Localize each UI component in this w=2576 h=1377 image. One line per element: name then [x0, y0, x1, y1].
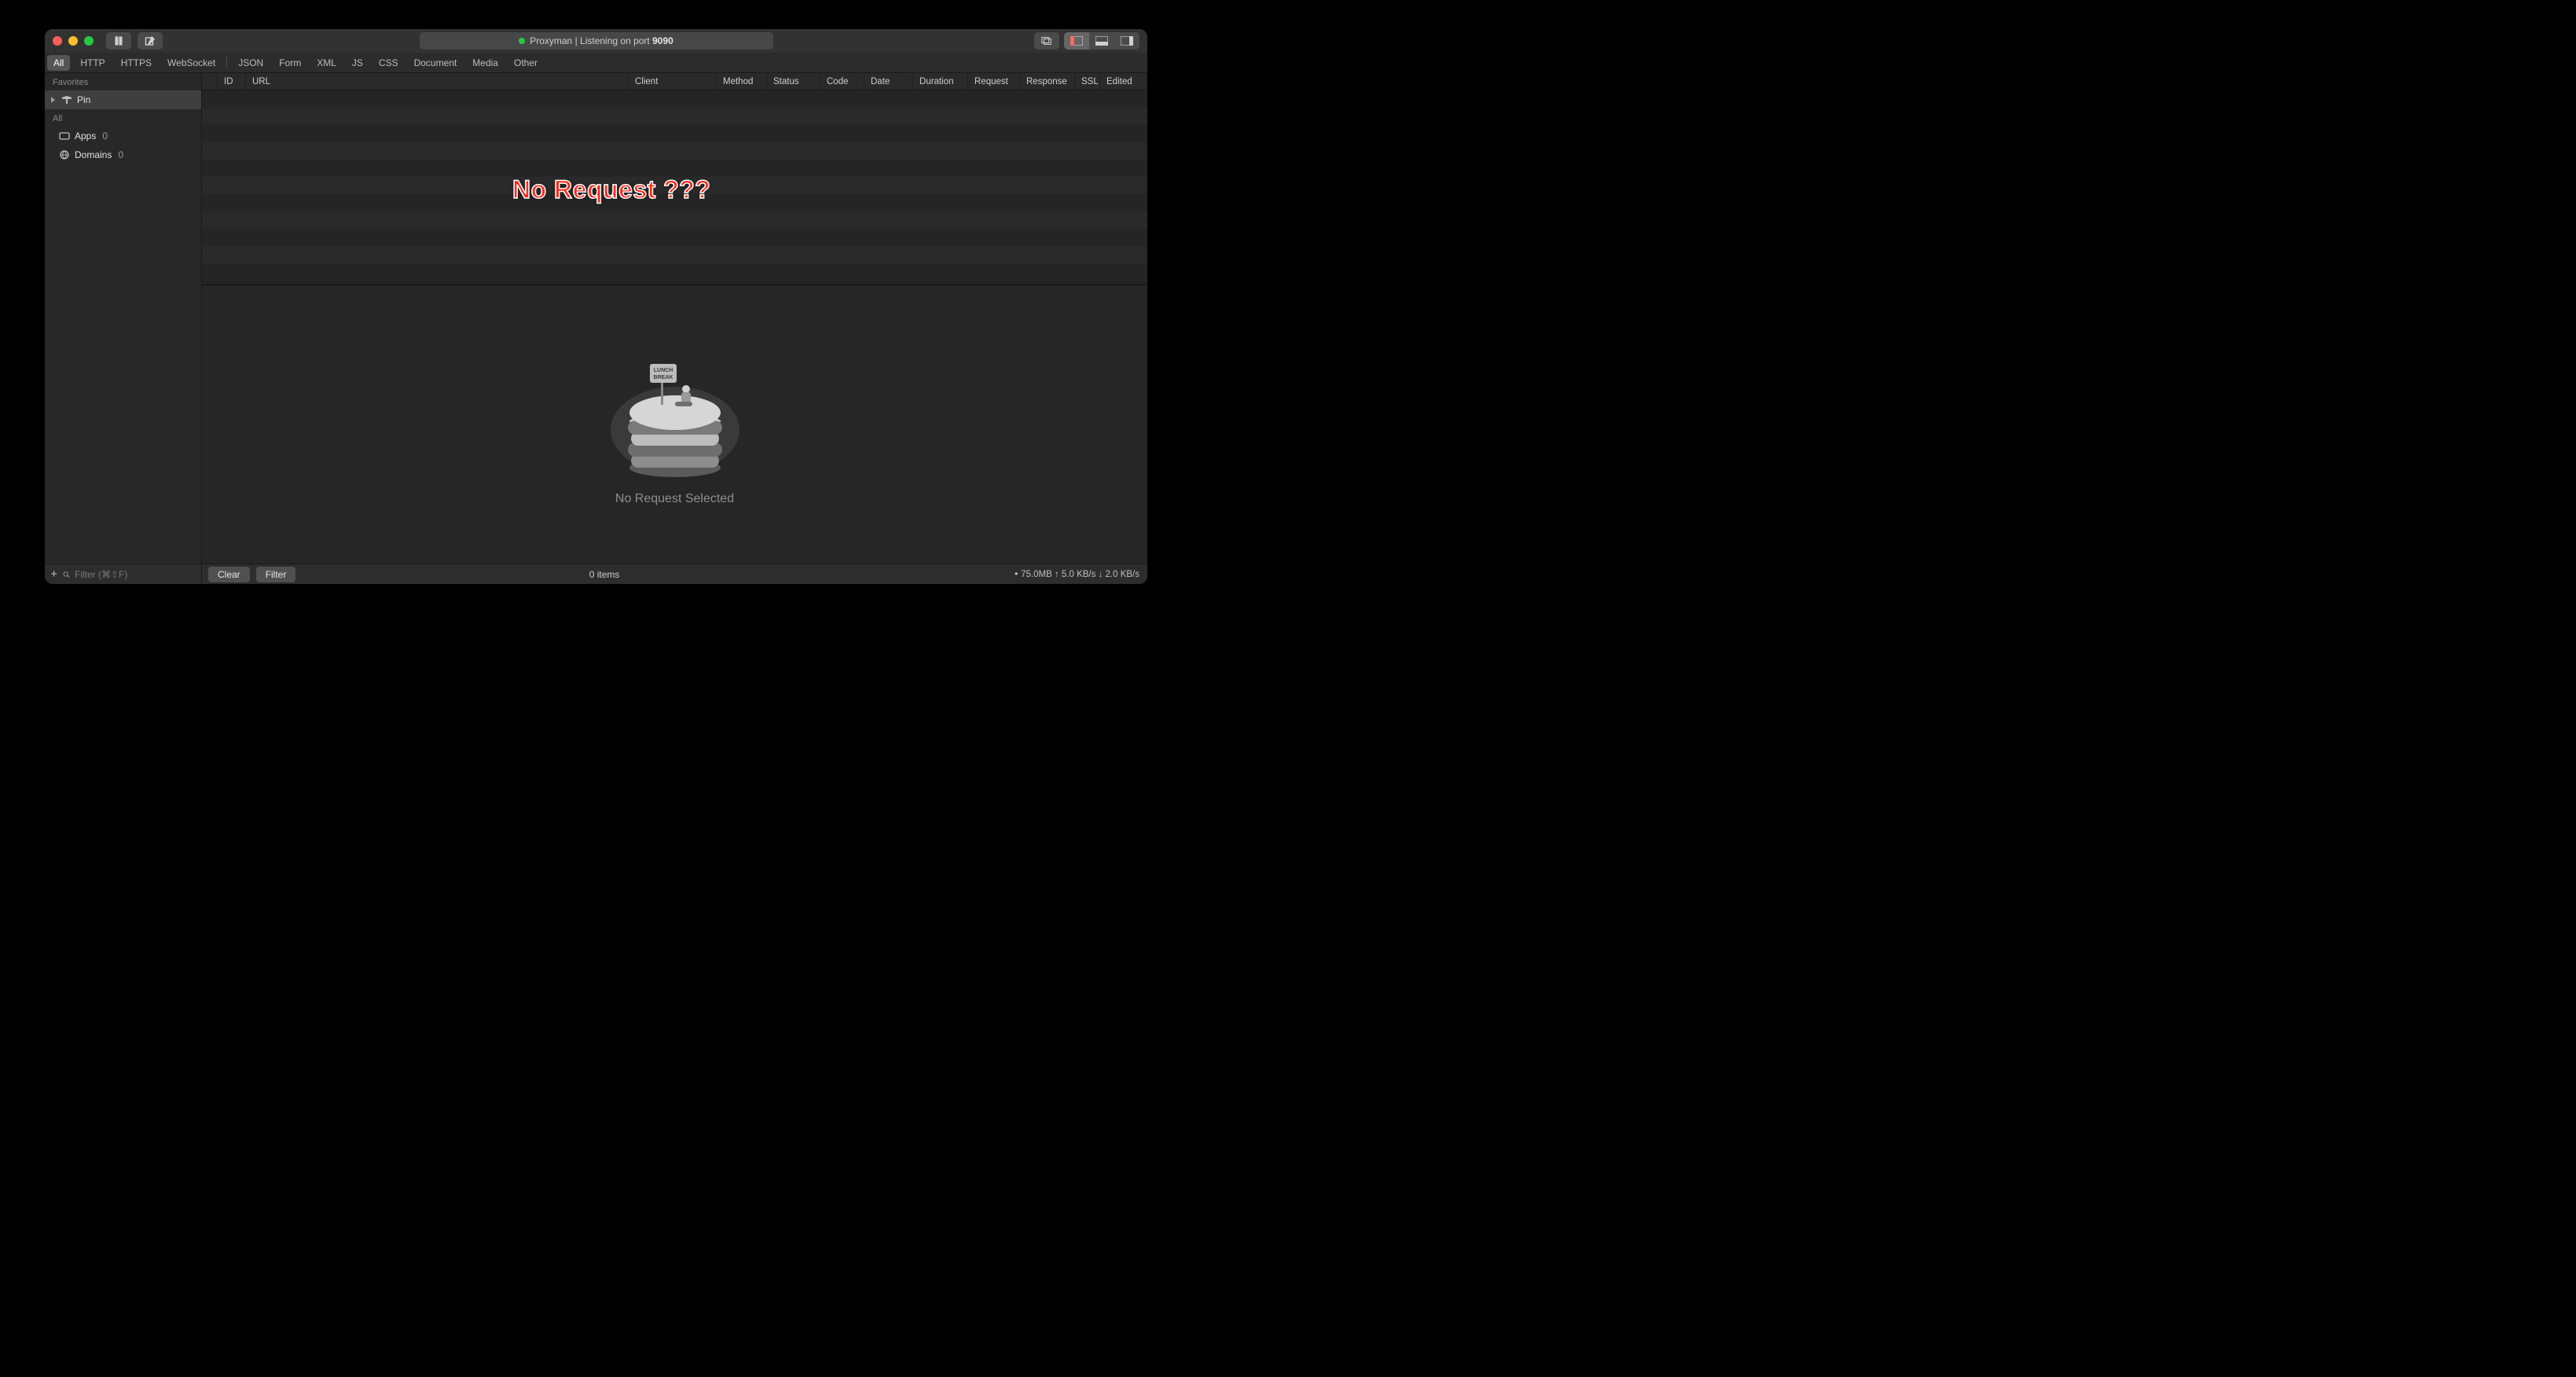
titlebar: Proxyman | Listening on port 9090 — [45, 29, 1147, 53]
filter-tab-http[interactable]: HTTP — [72, 53, 112, 72]
sidebar-filter-input[interactable] — [75, 569, 196, 580]
table-col-code[interactable]: Code — [820, 73, 864, 90]
layout-right-panel[interactable] — [1114, 32, 1139, 50]
sidebar-header-favorites: Favorites — [45, 73, 201, 90]
table-body-empty — [202, 90, 1147, 285]
sidebar-item-domains[interactable]: Domains 0 — [45, 145, 201, 164]
table-row — [202, 90, 1147, 108]
chevron-right-icon — [51, 97, 55, 103]
close-window-button[interactable] — [53, 36, 62, 46]
filter-tab-json[interactable]: JSON — [230, 53, 271, 72]
app-window: Proxyman | Listening on port 9090 All — [45, 29, 1147, 584]
footer: + Clear Filter 0 items •75.0MB ↑ 5.0 KB/… — [45, 564, 1147, 584]
empty-state-message: No Request Selected — [615, 492, 734, 506]
filterbar-divider — [226, 57, 227, 69]
main-area: Favorites Pin All Apps 0 Domains 0 — [45, 73, 1147, 564]
items-count: 0 items — [589, 569, 620, 580]
sidebar-item-pin[interactable]: Pin — [45, 90, 201, 109]
title-status: Proxyman | Listening on port 9090 — [420, 32, 773, 50]
filter-tab-media[interactable]: Media — [464, 53, 506, 72]
table-row — [202, 108, 1147, 125]
table-col-client[interactable]: Client — [629, 73, 717, 90]
table-col-request[interactable]: Request — [968, 73, 1020, 90]
status-indicator-icon — [519, 38, 525, 44]
sidebar-item-label: Apps — [75, 130, 96, 141]
filter-tab-document[interactable]: Document — [406, 53, 465, 72]
table-col-edited[interactable]: Edited — [1100, 73, 1147, 90]
requests-table: ID URL Client Method Status Code Date Du… — [202, 73, 1147, 285]
apps-icon — [59, 131, 70, 141]
filter-tab-websocket[interactable]: WebSocket — [160, 53, 223, 72]
table-row — [202, 211, 1147, 229]
add-button[interactable]: + — [50, 567, 58, 581]
table-row — [202, 194, 1147, 211]
table-row — [202, 229, 1147, 246]
table-row — [202, 177, 1147, 194]
download-rate: 2.0 KB/s — [1106, 570, 1139, 579]
upload-rate: 5.0 KB/s — [1062, 570, 1095, 579]
table-row — [202, 142, 1147, 160]
table-header: ID URL Client Method Status Code Date Du… — [202, 73, 1147, 90]
titlebar-right — [1034, 32, 1139, 50]
layout-left-panel[interactable] — [1064, 32, 1089, 50]
sidebar-item-count: 0 — [118, 149, 123, 160]
filter-tab-other[interactable]: Other — [506, 53, 545, 72]
footer-left: + — [45, 564, 202, 584]
sidebar-item-label: Domains — [75, 149, 112, 160]
detail-pane: LUNCH BREAK No Request Selected — [202, 285, 1147, 564]
search-icon — [63, 569, 70, 580]
table-row — [202, 125, 1147, 142]
filter-tab-xml[interactable]: XML — [309, 53, 344, 72]
filter-tab-form[interactable]: Form — [271, 53, 309, 72]
memory-usage: 75.0MB — [1021, 570, 1052, 579]
domains-icon — [59, 150, 70, 160]
filter-bar: All HTTP HTTPS WebSocket JSON Form XML J… — [45, 53, 1147, 73]
table-col-status[interactable]: Status — [767, 73, 820, 90]
filter-tab-all[interactable]: All — [47, 55, 70, 71]
zoom-window-button[interactable] — [84, 36, 94, 46]
sidebar-header-all: All — [45, 109, 201, 127]
layout-bottom-panel[interactable] — [1089, 32, 1114, 50]
minimize-window-button[interactable] — [68, 36, 78, 46]
table-col-handle[interactable] — [202, 73, 218, 90]
footer-stats: •75.0MB ↑ 5.0 KB/s ↓ 2.0 KB/s — [1007, 570, 1147, 579]
filter-tab-https[interactable]: HTTPS — [113, 53, 160, 72]
table-col-date[interactable]: Date — [864, 73, 913, 90]
sidebar-item-apps[interactable]: Apps 0 — [45, 127, 201, 145]
clear-button[interactable]: Clear — [208, 567, 250, 582]
content-area: ID URL Client Method Status Code Date Du… — [202, 73, 1147, 564]
table-col-duration[interactable]: Duration — [913, 73, 968, 90]
table-col-method[interactable]: Method — [717, 73, 767, 90]
windows-overview-button[interactable] — [1034, 32, 1059, 50]
filter-button[interactable]: Filter — [256, 567, 296, 582]
compose-button[interactable] — [138, 32, 163, 50]
filter-tab-js[interactable]: JS — [344, 53, 371, 72]
table-row — [202, 160, 1147, 177]
svg-text:LUNCH: LUNCH — [653, 368, 673, 373]
table-row — [202, 263, 1147, 281]
pause-button[interactable] — [106, 32, 131, 50]
footer-center: Clear Filter 0 items — [202, 567, 1007, 582]
table-col-id[interactable]: ID — [218, 73, 246, 90]
sidebar-item-label: Pin — [77, 94, 90, 105]
svg-text:BREAK: BREAK — [653, 375, 673, 380]
layout-segmented-control[interactable] — [1064, 32, 1139, 50]
filter-tab-css[interactable]: CSS — [371, 53, 406, 72]
app-name: Proxyman — [530, 35, 572, 46]
table-col-ssl[interactable]: SSL — [1075, 73, 1100, 90]
table-row — [202, 246, 1147, 263]
table-col-response[interactable]: Response — [1020, 73, 1075, 90]
window-controls — [53, 36, 94, 46]
table-col-url[interactable]: URL — [246, 73, 629, 90]
sidebar-item-count: 0 — [102, 130, 108, 141]
empty-state-illustration-icon: LUNCH BREAK — [604, 343, 746, 481]
sidebar: Favorites Pin All Apps 0 Domains 0 — [45, 73, 202, 564]
pin-icon — [61, 95, 72, 105]
listening-port: 9090 — [652, 35, 673, 46]
